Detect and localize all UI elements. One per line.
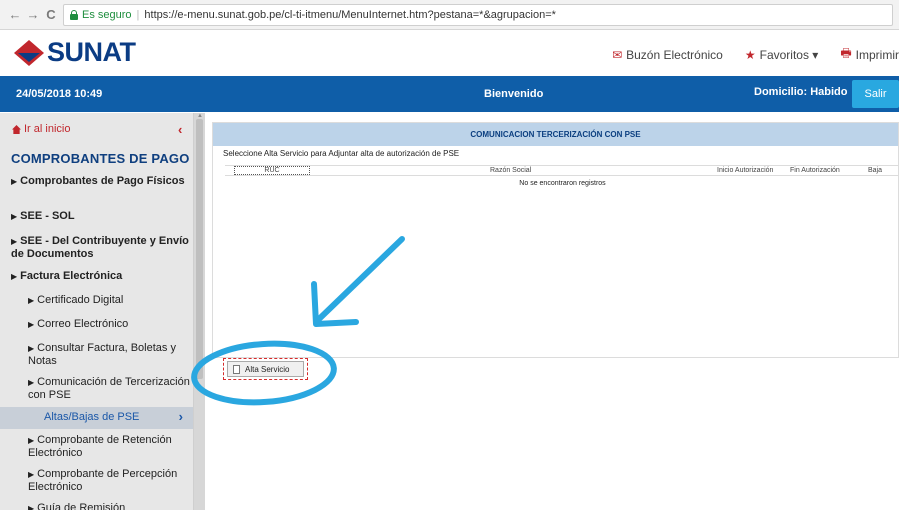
table-header: RUC Razón Social Inicio Autorización Fin…: [225, 165, 899, 176]
envelope-icon: ✉: [612, 47, 623, 62]
alta-servicio-label: Alta Servicio: [245, 364, 290, 374]
section-title: COMPROBANTES DE PAGO: [11, 151, 190, 166]
printer-icon: 🖶: [840, 46, 852, 60]
menu-label: Guía de Remisión: [37, 502, 126, 510]
menu-label: Comprobante de Retención Electrónico: [28, 434, 172, 459]
column-header-fin-autorizacion[interactable]: Fin Autorización: [790, 167, 840, 174]
welcome-text: Bienvenido: [484, 88, 544, 100]
menu-item-factura-electronica[interactable]: ▶ Factura Electrónica: [11, 270, 191, 283]
menu-label: Certificado Digital: [37, 294, 124, 306]
header-links: ✉ Buzón Electrónico ★ Favoritos ▾ 🖶 Impr…: [590, 44, 899, 65]
menu-item-see-contribuyente[interactable]: ▶ SEE - Del Contribuyente y Envío de Docu…: [11, 235, 191, 261]
panel-title: COMUNICACION TERCERIZACIÓN CON PSE: [213, 123, 898, 146]
session-bar: 24/05/2018 10:49 Bienvenido Domicilio: H…: [0, 76, 899, 112]
expand-triangle-icon: ▶: [28, 320, 35, 329]
favorites-label: Favoritos ▾: [759, 47, 819, 62]
print-link[interactable]: 🖶 Imprimir: [840, 44, 899, 65]
menu-item-consultar-factura[interactable]: ▶ Consultar Factura, Boletas y Notas: [28, 342, 190, 368]
lock-icon: [70, 10, 78, 20]
chevron-right-icon: ›: [178, 409, 183, 424]
expand-triangle-icon: ▶: [11, 237, 18, 246]
site-header: SUNAT ✉ Buzón Electrónico ★ Favoritos ▾ …: [0, 30, 899, 75]
column-header-ruc[interactable]: RUC: [234, 166, 310, 175]
sidebar: Ir al inicio ‹ COMPROBANTES DE PAGO ▶ Com…: [0, 113, 193, 510]
document-icon: [233, 364, 240, 374]
star-icon: ★: [744, 47, 756, 62]
expand-triangle-icon: ▶: [11, 272, 18, 281]
panel-instructions: Seleccione Alta Servicio para Adjuntar a…: [223, 149, 460, 158]
url-text: https://e-menu.sunat.gob.pe/cl-ti-itmenu…: [144, 9, 556, 21]
home-link-label: Ir al inicio: [24, 123, 71, 135]
home-icon: [12, 124, 21, 134]
address-bar[interactable]: Es seguro | https://e-menu.sunat.gob.pe/…: [63, 4, 893, 26]
menu-item-correo-electronico[interactable]: ▶ Correo Electrónico: [28, 318, 190, 331]
menu-item-comprobantes-fisicos[interactable]: ▶ Comprobantes de Pago Físicos: [11, 175, 191, 188]
column-header-inicio-autorizacion[interactable]: Inicio Autorización: [717, 167, 773, 174]
expand-triangle-icon: ▶: [28, 378, 35, 387]
logout-button[interactable]: Salir: [852, 80, 899, 108]
main-content: COMUNICACION TERCERIZACIÓN CON PSE Selec…: [206, 113, 899, 510]
menu-label: Factura Electrónica: [20, 270, 123, 282]
menu-item-altas-bajas-pse[interactable]: Altas/Bajas de PSE ›: [0, 407, 193, 429]
menu-label: Comprobantes de Pago Físicos: [20, 175, 185, 187]
scrollbar-thumb[interactable]: [196, 119, 203, 379]
menu-label: Comprobante de Percepción Electrónico: [28, 468, 178, 493]
expand-triangle-icon: ▶: [11, 177, 18, 186]
menu-item-see-sol[interactable]: ▶ SEE - SOL: [11, 210, 191, 223]
expand-triangle-icon: ▶: [11, 212, 18, 221]
app-window: ← → C Es seguro | https://e-menu.sunat.g…: [0, 0, 899, 510]
domicilio-status: Domicilio: Habido: [754, 86, 848, 98]
back-arrow-icon[interactable]: ←: [6, 4, 24, 26]
column-header-razon-social[interactable]: Razón Social: [490, 167, 531, 174]
url-separator: |: [136, 9, 140, 21]
browser-toolbar: ← → C Es seguro | https://e-menu.sunat.g…: [0, 0, 899, 30]
column-header-baja[interactable]: Baja: [868, 167, 882, 174]
empty-table-message: No se encontraron registros: [519, 180, 606, 187]
menu-label: Altas/Bajas de PSE: [44, 411, 140, 423]
menu-item-guia-remision[interactable]: ▶ Guía de Remisión: [28, 502, 190, 510]
sunat-logo[interactable]: SUNAT: [14, 37, 136, 68]
reload-icon[interactable]: C: [42, 4, 60, 26]
mailbox-link[interactable]: ✉ Buzón Electrónico: [612, 48, 723, 62]
secure-label: Es seguro: [82, 9, 132, 21]
menu-label: Correo Electrónico: [37, 318, 129, 330]
home-link[interactable]: Ir al inicio: [12, 123, 70, 135]
pse-table: RUC Razón Social Inicio Autorización Fin…: [225, 165, 899, 187]
menu-label: Consultar Factura, Boletas y Notas: [28, 342, 176, 367]
expand-triangle-icon: ▶: [28, 436, 35, 445]
menu-item-comprobante-retencion[interactable]: ▶ Comprobante de Retención Electrónico: [28, 434, 190, 460]
pse-panel: COMUNICACION TERCERIZACIÓN CON PSE Selec…: [212, 122, 899, 358]
menu-label: Comunicación de Tercerización con PSE: [28, 376, 190, 401]
menu-label: SEE - Del Contribuyente y Envío de Docum…: [11, 235, 189, 260]
forward-arrow-icon[interactable]: →: [24, 4, 42, 26]
favorites-dropdown[interactable]: ★ Favoritos ▾: [745, 48, 818, 62]
sidebar-scrollbar[interactable]: ▲: [193, 113, 205, 510]
logo-mark-icon: [14, 39, 44, 66]
logo-text: SUNAT: [47, 37, 136, 67]
menu-item-comprobante-percepcion[interactable]: ▶ Comprobante de Percepción Electrónico: [28, 468, 190, 494]
expand-triangle-icon: ▶: [28, 344, 35, 353]
collapse-chevron-icon[interactable]: ‹: [178, 122, 182, 137]
mailbox-label: Buzón Electrónico: [626, 47, 723, 62]
menu-item-comunicacion-tercerizacion[interactable]: ▶ Comunicación de Tercerización con PSE: [28, 376, 190, 402]
menu-item-certificado-digital[interactable]: ▶ Certificado Digital: [28, 294, 190, 307]
menu-label: SEE - SOL: [20, 210, 75, 222]
expand-triangle-icon: ▶: [28, 470, 35, 479]
alta-servicio-button[interactable]: Alta Servicio: [227, 361, 304, 377]
expand-triangle-icon: ▶: [28, 296, 35, 305]
session-datetime: 24/05/2018 10:49: [16, 88, 103, 100]
print-label: Imprimir: [855, 47, 899, 62]
expand-triangle-icon: ▶: [28, 504, 35, 510]
